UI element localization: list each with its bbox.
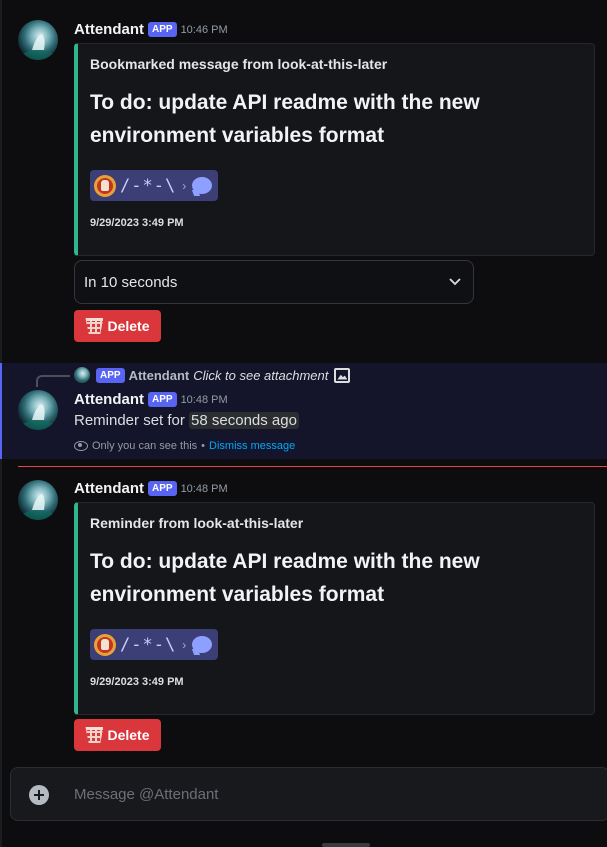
message-time: 10:48 PM <box>180 483 228 495</box>
embed-author: Reminder from look-at-this-later <box>90 515 304 531</box>
separator: • <box>201 440 206 452</box>
chat-bubble-icon <box>192 177 213 194</box>
dismiss-message-link[interactable]: Dismiss message <box>209 440 295 452</box>
bookmark-embed: Bookmarked message from look-at-this-lat… <box>74 43 595 256</box>
delete-button[interactable]: Delete <box>74 719 161 751</box>
app-badge: APP <box>148 392 177 407</box>
message-input[interactable] <box>74 768 594 820</box>
reminder-text: Reminder set for 58 seconds ago <box>74 412 299 429</box>
image-icon <box>334 367 351 383</box>
select-value: In 10 seconds <box>84 273 178 291</box>
embed-author: Bookmarked message from look-at-this-lat… <box>90 56 388 72</box>
chip-text: /-*-\ <box>120 634 177 655</box>
scroll-indicator <box>322 843 370 847</box>
embed-date: 9/29/2023 3:49 PM <box>90 676 184 688</box>
reply-reference[interactable]: APP Attendant Click to see attachment <box>74 367 351 383</box>
server-emoji-icon <box>94 633 116 656</box>
message-header: Attendant APP 10:48 PM <box>74 480 228 497</box>
chevron-right-icon: › <box>182 637 187 652</box>
basket-icon <box>85 318 104 334</box>
channel-mention-chip[interactable]: /-*-\ › <box>90 629 218 660</box>
message-composer <box>10 767 607 821</box>
app-badge: APP <box>148 481 177 496</box>
channel-mention-chip[interactable]: /-*-\ › <box>90 170 218 201</box>
new-messages-divider <box>18 466 607 467</box>
delete-label: Delete <box>107 727 150 743</box>
reminder-time-select[interactable]: In 10 seconds <box>74 260 474 304</box>
reply-username: Attendant <box>128 367 190 383</box>
username[interactable]: Attendant <box>74 480 144 497</box>
embed-date: 9/29/2023 3:49 PM <box>90 217 184 229</box>
plus-circle-icon[interactable] <box>29 785 49 805</box>
eye-icon <box>74 441 88 451</box>
reply-text: Click to see attachment <box>193 367 329 383</box>
chevron-down-icon <box>449 278 461 286</box>
basket-icon <box>85 727 104 743</box>
message-time: 10:48 PM <box>180 394 228 406</box>
delete-button[interactable]: Delete <box>74 310 161 342</box>
app-badge: APP <box>96 367 125 383</box>
message-header: Attendant APP 10:46 PM <box>74 21 228 38</box>
embed-title: To do: update API readme with the new en… <box>90 550 480 606</box>
relative-timestamp[interactable]: 58 seconds ago <box>189 412 299 429</box>
chip-text: /-*-\ <box>120 175 177 196</box>
reminder-embed: Reminder from look-at-this-later To do: … <box>74 502 595 715</box>
server-emoji-icon <box>94 174 116 197</box>
username[interactable]: Attendant <box>74 391 144 408</box>
username[interactable]: Attendant <box>74 21 144 38</box>
bot-avatar[interactable] <box>18 20 58 60</box>
chevron-right-icon: › <box>182 178 187 193</box>
embed-title: To do: update API readme with the new en… <box>90 91 480 147</box>
message-header: Attendant APP 10:48 PM <box>74 391 228 408</box>
delete-label: Delete <box>107 318 150 334</box>
chat-bubble-icon <box>192 636 213 653</box>
app-badge: APP <box>148 22 177 37</box>
reminder-prefix: Reminder set for <box>74 412 185 429</box>
message-time: 10:46 PM <box>180 24 228 36</box>
only-you-text: Only you can see this <box>92 440 198 452</box>
reply-avatar <box>74 367 90 383</box>
bot-avatar[interactable] <box>18 480 58 520</box>
ephemeral-note: Only you can see this • Dismiss message <box>74 440 295 452</box>
reply-connector <box>36 375 70 387</box>
bot-avatar[interactable] <box>18 390 58 430</box>
